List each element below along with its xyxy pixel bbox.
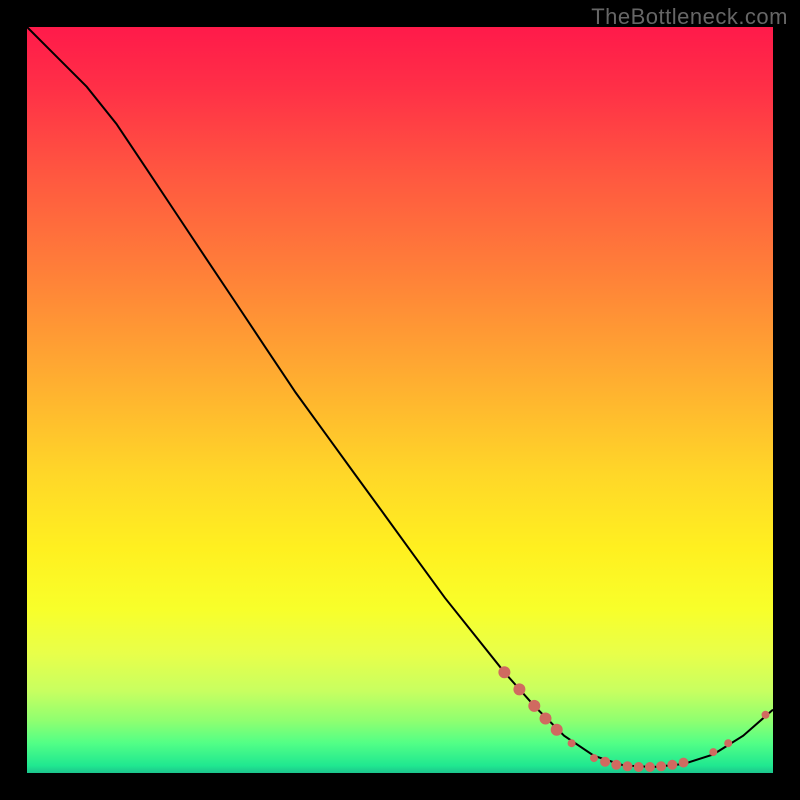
marker-dot bbox=[528, 700, 540, 712]
marker-dot bbox=[645, 762, 655, 772]
marker-dot bbox=[540, 713, 552, 725]
plot-area bbox=[27, 27, 773, 773]
marker-dot bbox=[709, 748, 717, 756]
marker-dot bbox=[667, 760, 677, 770]
chart-svg bbox=[27, 27, 773, 773]
marker-dot bbox=[611, 760, 621, 770]
chart-frame: TheBottleneck.com bbox=[0, 0, 800, 800]
marker-dot bbox=[590, 754, 598, 762]
marker-dot bbox=[600, 757, 610, 767]
marker-dot bbox=[568, 739, 576, 747]
marker-dot bbox=[634, 762, 644, 772]
marker-dot bbox=[656, 761, 666, 771]
markers-group bbox=[498, 666, 769, 772]
marker-dot bbox=[623, 761, 633, 771]
marker-dot bbox=[679, 758, 689, 768]
marker-dot bbox=[498, 666, 510, 678]
marker-dot bbox=[513, 683, 525, 695]
marker-dot bbox=[762, 711, 770, 719]
marker-dot bbox=[551, 724, 563, 736]
curve-line bbox=[27, 27, 773, 767]
marker-dot bbox=[724, 739, 732, 747]
